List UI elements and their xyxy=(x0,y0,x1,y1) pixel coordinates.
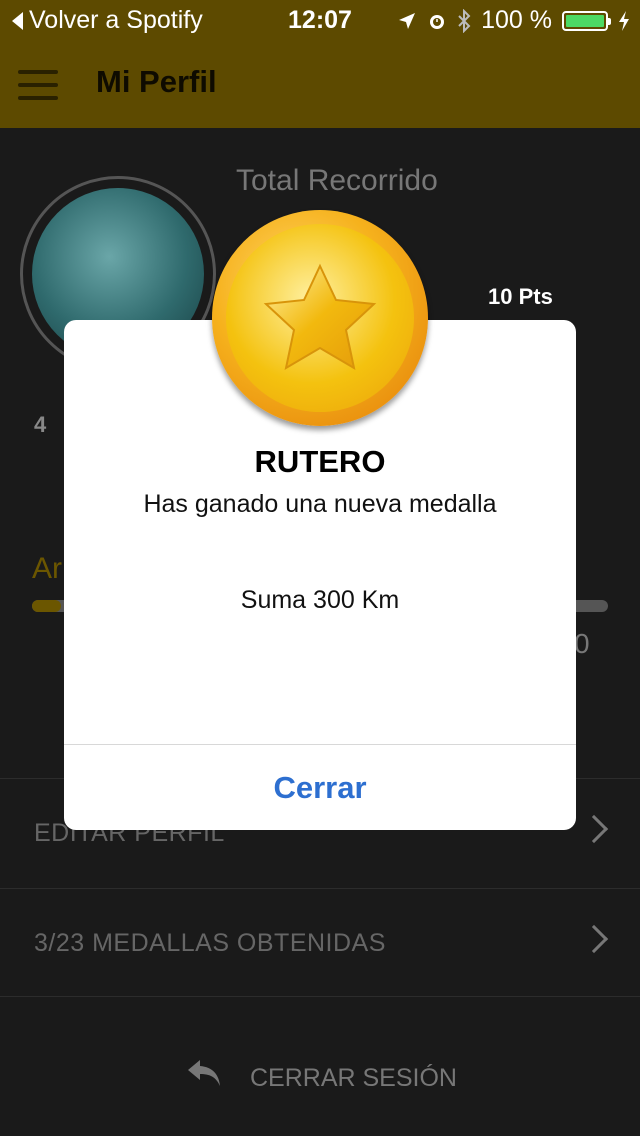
battery-icon xyxy=(562,10,611,31)
gold-star-medal-icon xyxy=(212,210,428,426)
logout-label: CERRAR SESIÓN xyxy=(250,1064,457,1092)
total-distance-label: Total Recorrido xyxy=(236,164,438,197)
alarm-icon xyxy=(430,14,445,29)
medals-row[interactable]: 3/23 MEDALLAS OBTENIDAS xyxy=(0,888,640,996)
progress-end-value: 0 xyxy=(574,628,590,659)
close-button[interactable]: Cerrar xyxy=(64,745,576,830)
charging-icon xyxy=(619,10,629,31)
star-icon xyxy=(263,263,377,371)
divider xyxy=(0,996,640,997)
location-icon xyxy=(399,12,416,29)
reply-arrow-icon xyxy=(188,1060,220,1086)
medals-label: 3/23 MEDALLAS OBTENIDAS xyxy=(34,929,386,957)
page-title: Mi Perfil xyxy=(96,64,217,99)
status-bar: Volver a Spotify 12:07 100 % xyxy=(0,0,640,40)
logout-button[interactable]: CERRAR SESIÓN xyxy=(0,1056,640,1096)
level-label: Ar xyxy=(32,552,62,585)
hamburger-menu-icon[interactable] xyxy=(18,70,58,100)
medal-detail: Suma 300 Km xyxy=(240,586,400,614)
level-progress-fill xyxy=(32,600,61,612)
chevron-right-icon xyxy=(579,924,609,954)
nav-bar: Mi Perfil xyxy=(0,40,640,128)
stat-number: 4 xyxy=(34,412,47,437)
chevron-right-icon xyxy=(579,814,609,844)
bluetooth-icon xyxy=(458,8,471,33)
points-value: 10 Pts xyxy=(488,284,553,309)
status-indicators: 100 % xyxy=(397,6,630,35)
battery-percent: 100 % xyxy=(481,6,552,34)
medal-message: Has ganado una nueva medalla xyxy=(143,490,497,518)
medal-title: RUTERO xyxy=(254,444,386,479)
